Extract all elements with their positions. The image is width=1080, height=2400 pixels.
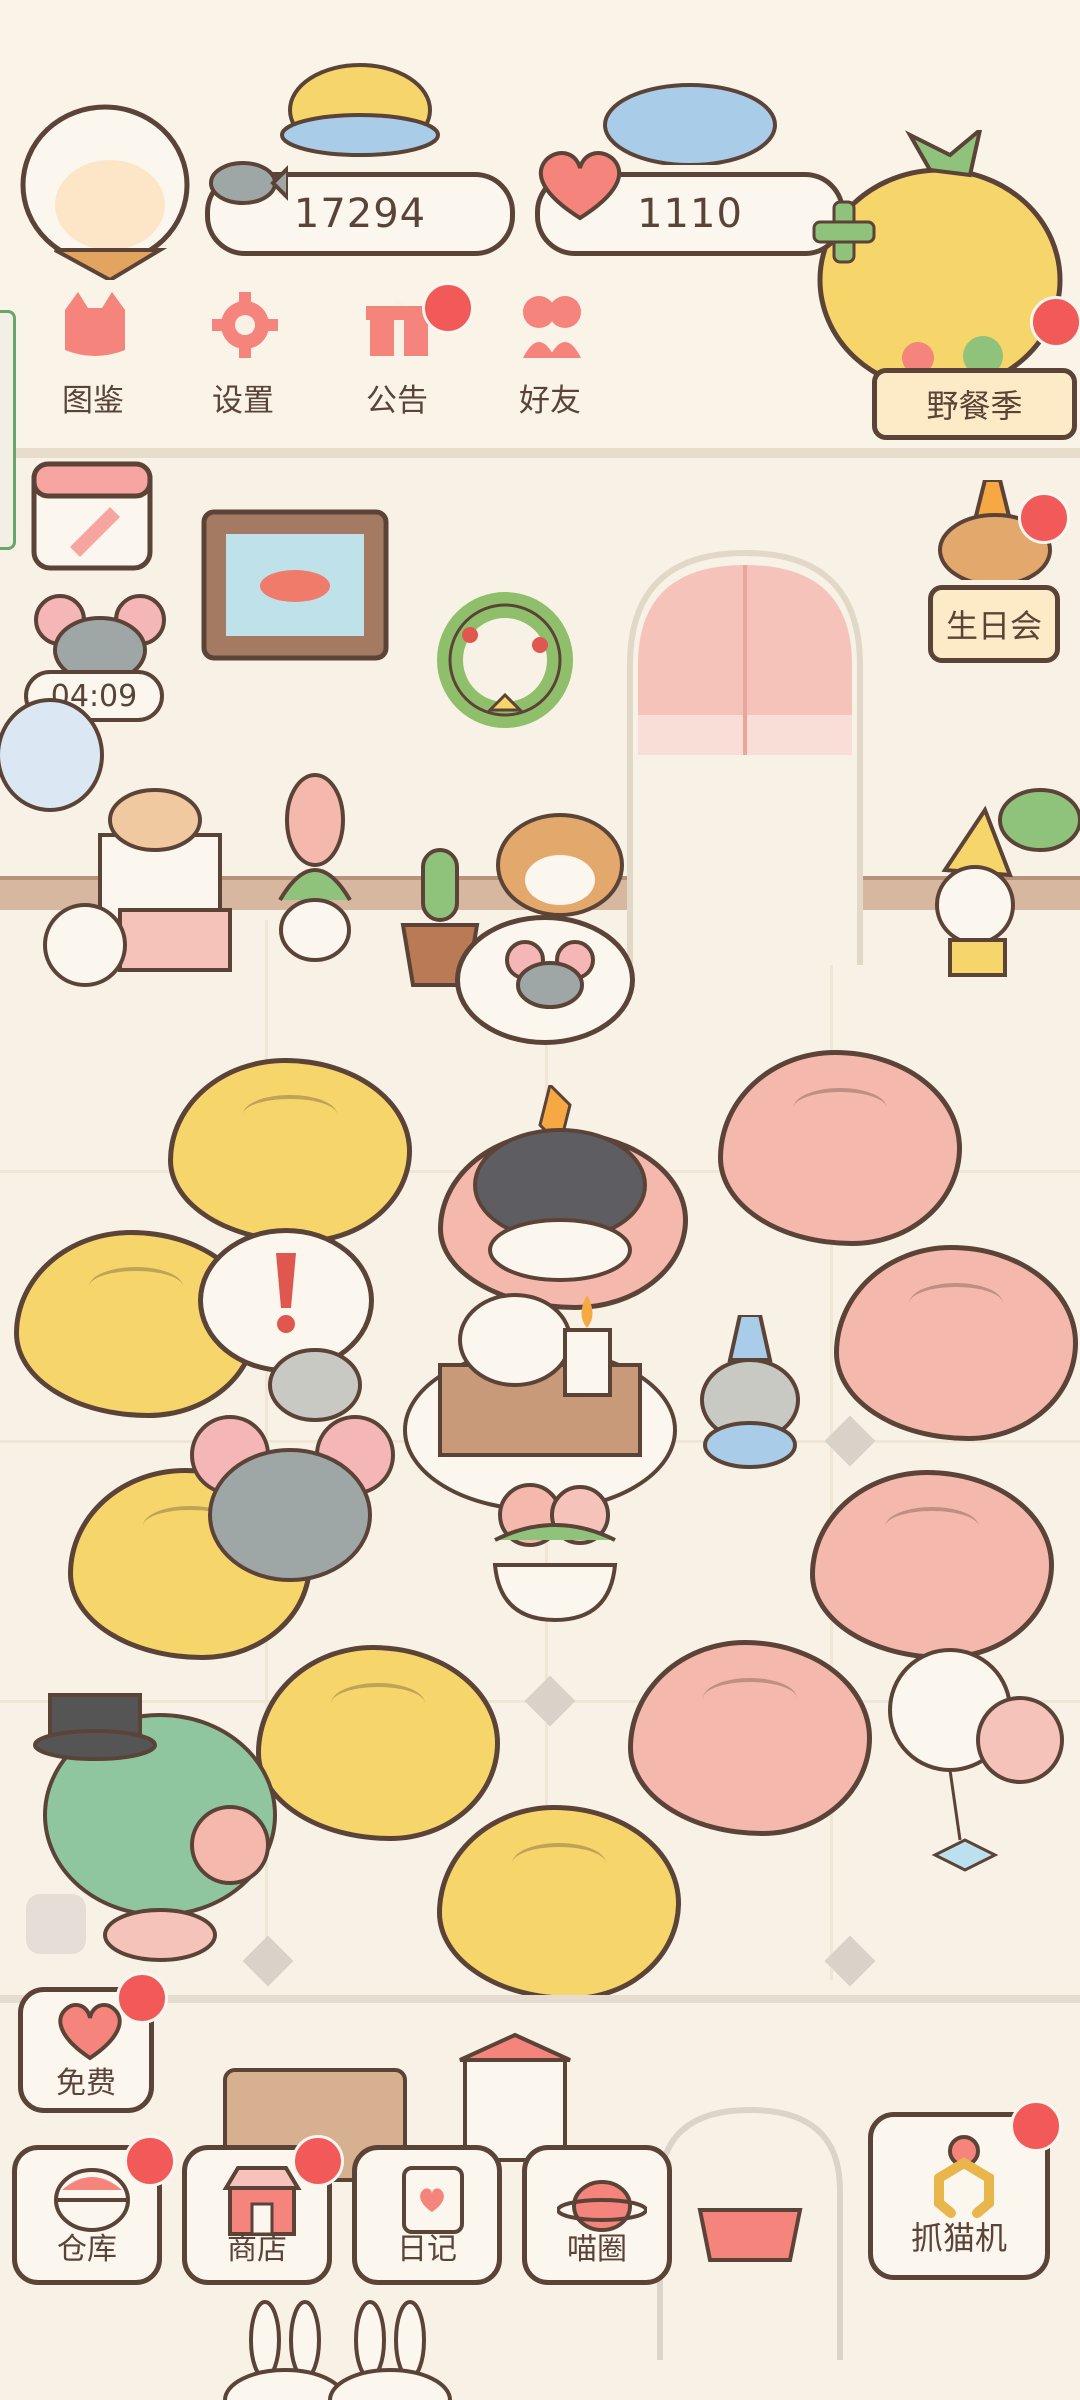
blue-hat-cat[interactable] bbox=[690, 1315, 810, 1475]
yellow-beanbag[interactable] bbox=[256, 1645, 500, 1841]
claw-machine-label: 抓猫机 bbox=[910, 2219, 1007, 2257]
free-gift-label: 免费 bbox=[56, 2066, 116, 2101]
toolbar-diary[interactable]: 日记 bbox=[352, 2145, 502, 2285]
mouse-event-icon[interactable] bbox=[30, 590, 170, 680]
heart-icon bbox=[538, 151, 622, 221]
toolbar-cat-circle[interactable]: 喵圈 bbox=[522, 2145, 672, 2285]
menu-announcements-label: 公告 bbox=[366, 383, 428, 419]
claw-icon bbox=[934, 2135, 994, 2218]
gear-icon bbox=[212, 292, 278, 358]
storage-badge bbox=[124, 2135, 176, 2187]
flower-teacup[interactable] bbox=[470, 1470, 640, 1650]
ice-cream-balloon[interactable] bbox=[880, 1640, 1070, 1940]
toolbar-shop-label: 商店 bbox=[227, 2232, 287, 2267]
pink-beanbag[interactable] bbox=[628, 1640, 872, 1836]
add-hearts-button[interactable] bbox=[810, 198, 878, 266]
toolbar-cat-circle-label: 喵圈 bbox=[567, 2232, 627, 2267]
bunny-characters[interactable] bbox=[210, 2300, 460, 2400]
toolbar-storage-label: 仓库 bbox=[57, 2232, 117, 2267]
floor-diamond bbox=[524, 1675, 576, 1727]
menu-friends[interactable]: 好友 bbox=[495, 290, 605, 420]
potted-plant[interactable] bbox=[260, 770, 370, 970]
grumpy-mouse[interactable] bbox=[185, 1345, 395, 1595]
side-drawer-handle[interactable] bbox=[0, 310, 16, 550]
toolbar-diary-label: 日记 bbox=[397, 2232, 457, 2267]
wreath-decoration[interactable] bbox=[430, 575, 580, 735]
menu-collection-label: 图鉴 bbox=[62, 383, 124, 419]
calendar-icon[interactable] bbox=[30, 452, 155, 572]
birthday-notification-badge bbox=[1018, 492, 1070, 544]
fish-picture-frame[interactable] bbox=[200, 508, 390, 663]
mouse-icon bbox=[505, 940, 595, 1009]
free-gift-badge bbox=[116, 1972, 168, 2024]
cat-book-icon bbox=[65, 292, 125, 356]
cat-in-box[interactable] bbox=[30, 780, 240, 990]
cloud-toggle-button[interactable] bbox=[26, 1894, 86, 1954]
menu-settings[interactable]: 设置 bbox=[188, 290, 298, 420]
picnic-notification-badge bbox=[1030, 296, 1080, 348]
heart-gift-icon bbox=[58, 2002, 122, 2061]
exclamation-icon bbox=[276, 1253, 296, 1333]
yellow-beanbag[interactable] bbox=[168, 1058, 412, 1244]
picnic-season-button[interactable]: 野餐季 bbox=[872, 368, 1077, 440]
player-avatar[interactable] bbox=[10, 90, 200, 280]
friends-icon bbox=[523, 296, 581, 358]
menu-friends-label: 好友 bbox=[519, 383, 581, 419]
announcements-notification-badge bbox=[422, 282, 474, 334]
menu-settings-label: 设置 bbox=[212, 383, 274, 419]
claw-machine-badge bbox=[1010, 2100, 1062, 2152]
birthday-event-sign[interactable]: 生日会 bbox=[928, 585, 1060, 663]
menu-collection[interactable]: 图鉴 bbox=[38, 290, 148, 420]
pink-beanbag[interactable] bbox=[834, 1245, 1078, 1441]
gray-cat[interactable] bbox=[460, 1085, 660, 1285]
shop-badge bbox=[292, 2135, 344, 2187]
arch-with-carp-flag bbox=[657, 2106, 843, 2360]
wall-divider bbox=[0, 448, 1080, 458]
yellow-beanbag[interactable] bbox=[437, 1805, 681, 2001]
arched-doorway bbox=[627, 549, 863, 965]
shiba-dog[interactable] bbox=[490, 800, 630, 920]
fish-icon bbox=[209, 161, 288, 205]
pink-beanbag[interactable] bbox=[718, 1050, 962, 1246]
gnome-character[interactable] bbox=[915, 780, 1080, 1005]
hat-decoration bbox=[280, 63, 440, 157]
pink-beanbag[interactable] bbox=[810, 1470, 1054, 1660]
